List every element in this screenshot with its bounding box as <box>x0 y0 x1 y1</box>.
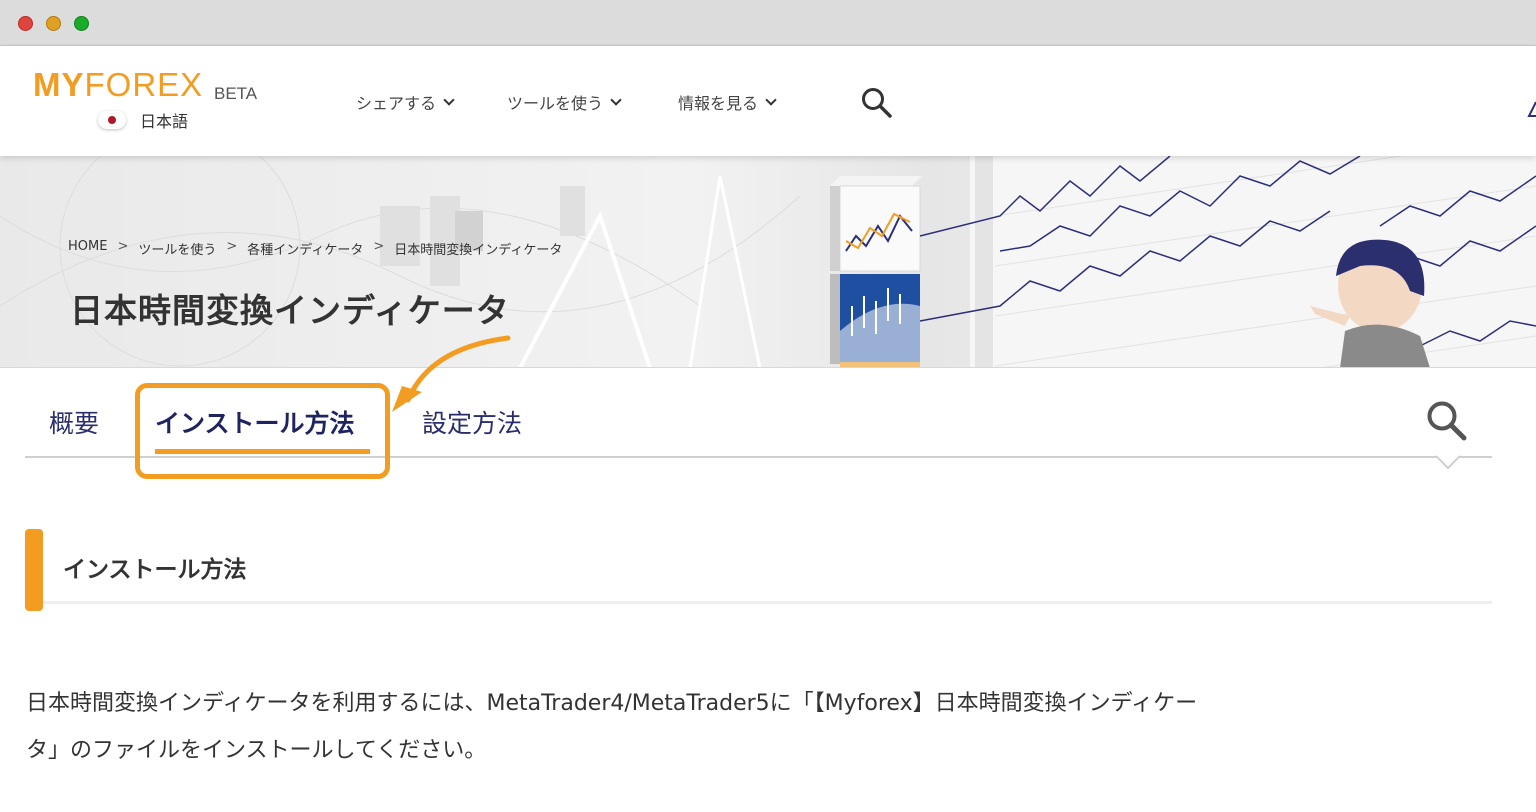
breadcrumb-tools[interactable]: ツールを使う <box>138 239 216 258</box>
title-bar <box>0 0 1536 46</box>
chevron-down-icon <box>765 93 777 106</box>
breadcrumb-indicators[interactable]: 各種インディケータ <box>247 239 363 258</box>
myforex-logo[interactable]: MYFOREX <box>33 66 203 104</box>
search-icon[interactable] <box>860 86 894 120</box>
nav-tools-label: ツールを使う <box>507 94 604 113</box>
browser-window: MYFOREX BETA 日本語 シェアする ツールを使う 情報を見る HOME… <box>0 0 1536 812</box>
nav-info-label: 情報を見る <box>678 94 759 113</box>
chevron-down-icon <box>443 93 455 106</box>
body-line-1: 日本時間変換インディケータを利用するには、MetaTrader4/MetaTra… <box>26 691 1198 716</box>
caret-down-icon <box>1436 455 1460 470</box>
language-label: 日本語 <box>140 112 189 131</box>
breadcrumb-separator: > <box>226 239 238 254</box>
tab-settings[interactable]: 設定方法 <box>422 404 522 440</box>
nav-share-label: シェアする <box>356 94 437 113</box>
page-title: 日本時間変換インディケータ <box>70 291 510 330</box>
language-selector[interactable]: 日本語 <box>98 108 188 132</box>
logo-forex: FOREX <box>84 66 204 103</box>
breadcrumb-separator: > <box>117 239 129 254</box>
breadcrumb: HOME > ツールを使う > 各種インディケータ > 日本時間変換インディケー… <box>68 239 562 258</box>
menu-edge-icon[interactable] <box>1526 98 1536 124</box>
highlight-box <box>135 383 390 479</box>
section-divider <box>43 601 1492 604</box>
nav-tools[interactable]: ツールを使う <box>507 90 622 114</box>
tab-overview[interactable]: 概要 <box>49 404 99 440</box>
breadcrumb-home[interactable]: HOME <box>68 239 107 258</box>
nav-info[interactable]: 情報を見る <box>678 90 777 114</box>
beta-badge: BETA <box>214 84 258 103</box>
nav-share[interactable]: シェアする <box>356 90 455 114</box>
breadcrumb-separator: > <box>373 239 385 254</box>
search-icon[interactable] <box>1424 398 1470 444</box>
section-title: インストール方法 <box>63 557 247 583</box>
japan-flag-icon <box>98 111 126 129</box>
close-window-button[interactable] <box>18 16 33 31</box>
section-accent-bar <box>25 529 43 611</box>
body-line-2: タ」のファイルをインストールしてください。 <box>26 738 487 763</box>
maximize-window-button[interactable] <box>74 16 89 31</box>
hero-banner: HOME > ツールを使う > 各種インディケータ > 日本時間変換インディケー… <box>0 156 1536 368</box>
logo-my: MY <box>33 66 85 103</box>
hero-illustration <box>0 156 1536 367</box>
minimize-window-button[interactable] <box>46 16 61 31</box>
breadcrumb-current: 日本時間変換インディケータ <box>394 243 563 258</box>
chevron-down-icon <box>610 93 622 106</box>
section-body: 日本時間変換インディケータを利用するには、MetaTrader4/MetaTra… <box>26 680 1486 774</box>
site-header: MYFOREX BETA 日本語 シェアする ツールを使う 情報を見る <box>0 46 1536 156</box>
